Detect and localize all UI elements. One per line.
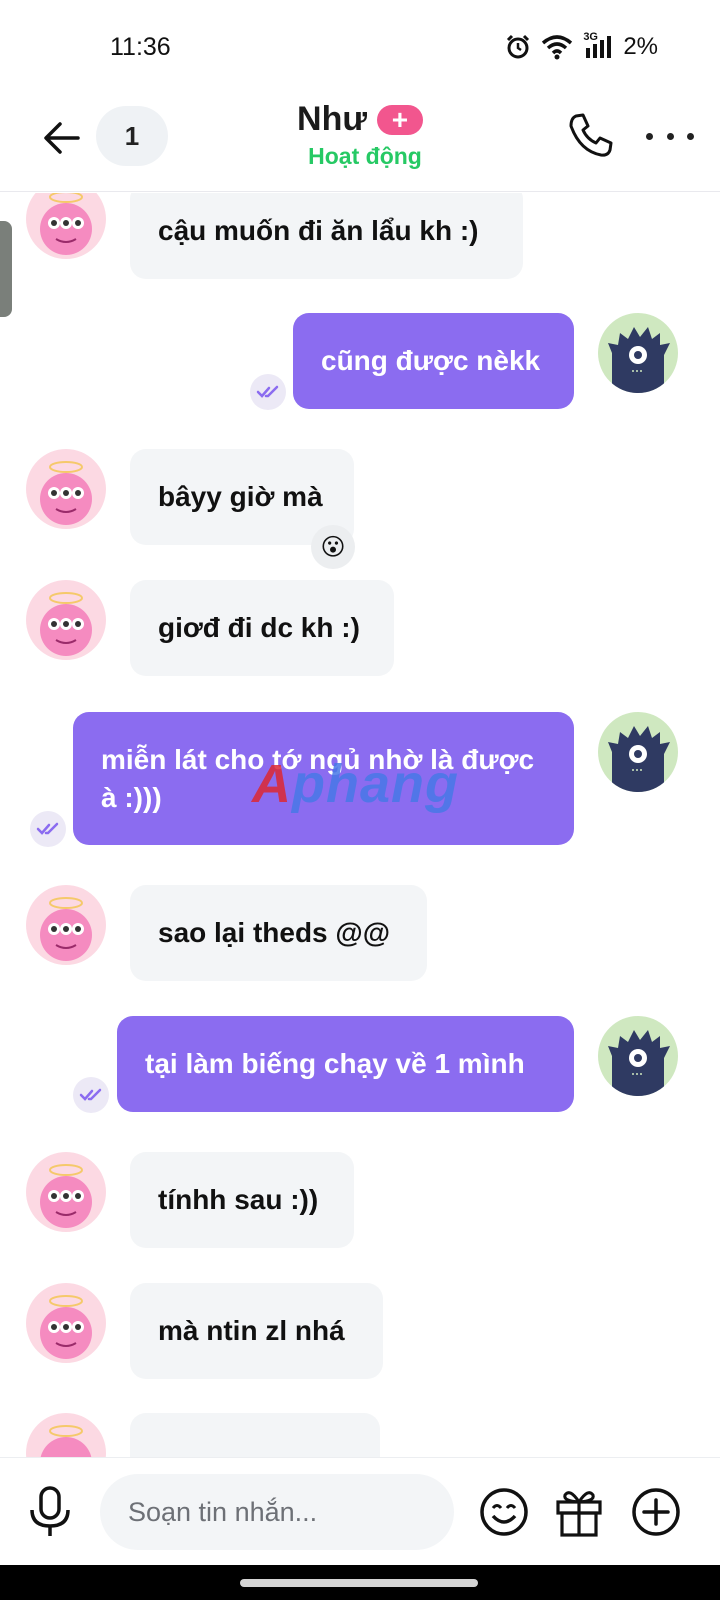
message-text: mà ntin zl nhá: [158, 1315, 345, 1346]
message-text: cũng được nèkk: [321, 345, 541, 376]
call-button[interactable]: [566, 110, 616, 160]
gift-icon: [556, 1491, 602, 1537]
chat-header: 1 Như + Hoạt động: [0, 90, 720, 192]
contact-avatar[interactable]: [26, 580, 106, 660]
double-check-icon: [256, 385, 279, 398]
scroll-handle[interactable]: [0, 221, 12, 317]
add-friend-badge[interactable]: +: [376, 104, 423, 135]
surprised-emoji-icon: 😮: [320, 533, 346, 561]
wifi-icon: [542, 35, 573, 60]
my-avatar[interactable]: [598, 313, 678, 393]
seen-indicator: [73, 1077, 109, 1113]
contact-avatar[interactable]: [26, 193, 106, 259]
microphone-icon: [30, 1486, 70, 1536]
message-text: sao lại theds @@: [158, 917, 390, 948]
smiley-icon: [480, 1488, 528, 1536]
system-nav-bar: [0, 1565, 720, 1600]
message-input[interactable]: [100, 1474, 454, 1550]
contact-avatar[interactable]: [26, 885, 106, 965]
message-bubble-incoming[interactable]: mà ntin zl nhá: [130, 1283, 383, 1379]
phone-icon: [569, 113, 613, 157]
contact-avatar[interactable]: [26, 1152, 106, 1232]
home-gesture-handle[interactable]: [240, 1579, 478, 1587]
contact-avatar[interactable]: [26, 449, 106, 529]
message-text: tínhh sau :)): [158, 1184, 319, 1215]
dot: [666, 132, 674, 140]
message-text: bâyy giờ mà: [158, 481, 323, 512]
message-bubble-incoming[interactable]: giơđ đi dc kh :): [130, 580, 394, 676]
status-icons: 3G 2%: [505, 31, 658, 61]
message-bubble-outgoing[interactable]: miễn lát cho tớ ngủ nhờ là được à :))): [73, 712, 574, 845]
seen-indicator: [30, 811, 66, 847]
more-options-button[interactable]: [646, 126, 694, 146]
more-horizontal-icon: [646, 132, 653, 140]
gift-button[interactable]: [554, 1486, 604, 1538]
battery-level: 2%: [623, 33, 658, 60]
seen-indicator: [250, 374, 286, 410]
message-bubble-incoming[interactable]: cậu muốn đi ăn lẩu kh :): [130, 193, 523, 279]
contact-avatar[interactable]: [26, 1283, 106, 1363]
plus-circle-icon: [632, 1488, 680, 1536]
alarm-icon: [507, 34, 530, 59]
message-bubble-outgoing[interactable]: cũng được nèkk: [293, 313, 574, 409]
message-text: giơđ đi dc kh :): [158, 612, 360, 643]
message-bubble-incoming[interactable]: sao lại theds @@: [130, 885, 427, 981]
more-attachments-button[interactable]: [630, 1486, 682, 1538]
reaction-badge[interactable]: 😮: [311, 525, 355, 569]
double-check-icon: [36, 822, 59, 835]
message-bubble-incoming[interactable]: [130, 1413, 380, 1457]
message-bubble-incoming[interactable]: tínhh sau :)): [130, 1152, 354, 1248]
contact-avatar[interactable]: [26, 1413, 106, 1457]
message-text: cậu muốn đi ăn lẩu kh :): [158, 215, 479, 246]
my-avatar[interactable]: [598, 712, 678, 792]
status-time: 11:36: [110, 33, 171, 61]
message-text: miễn lát cho tớ ngủ nhờ là được à :))): [101, 743, 535, 813]
double-check-icon: [79, 1088, 102, 1101]
message-composer: [0, 1457, 720, 1565]
voice-message-button[interactable]: [26, 1484, 74, 1540]
cell-signal-icon: 3G: [583, 31, 613, 60]
status-bar: 11:36 3G 2%: [0, 0, 720, 90]
message-bubble-outgoing[interactable]: tại làm biếng chạy về 1 mình: [117, 1016, 574, 1112]
my-avatar[interactable]: [598, 1016, 678, 1096]
dot: [687, 132, 694, 140]
emoji-button[interactable]: [478, 1486, 530, 1538]
message-list[interactable]: cậu muốn đi ăn lẩu kh :) cũng được nèkk …: [0, 193, 720, 1457]
message-text: tại làm biếng chạy về 1 mình: [145, 1048, 525, 1079]
contact-name: Như: [297, 100, 367, 138]
